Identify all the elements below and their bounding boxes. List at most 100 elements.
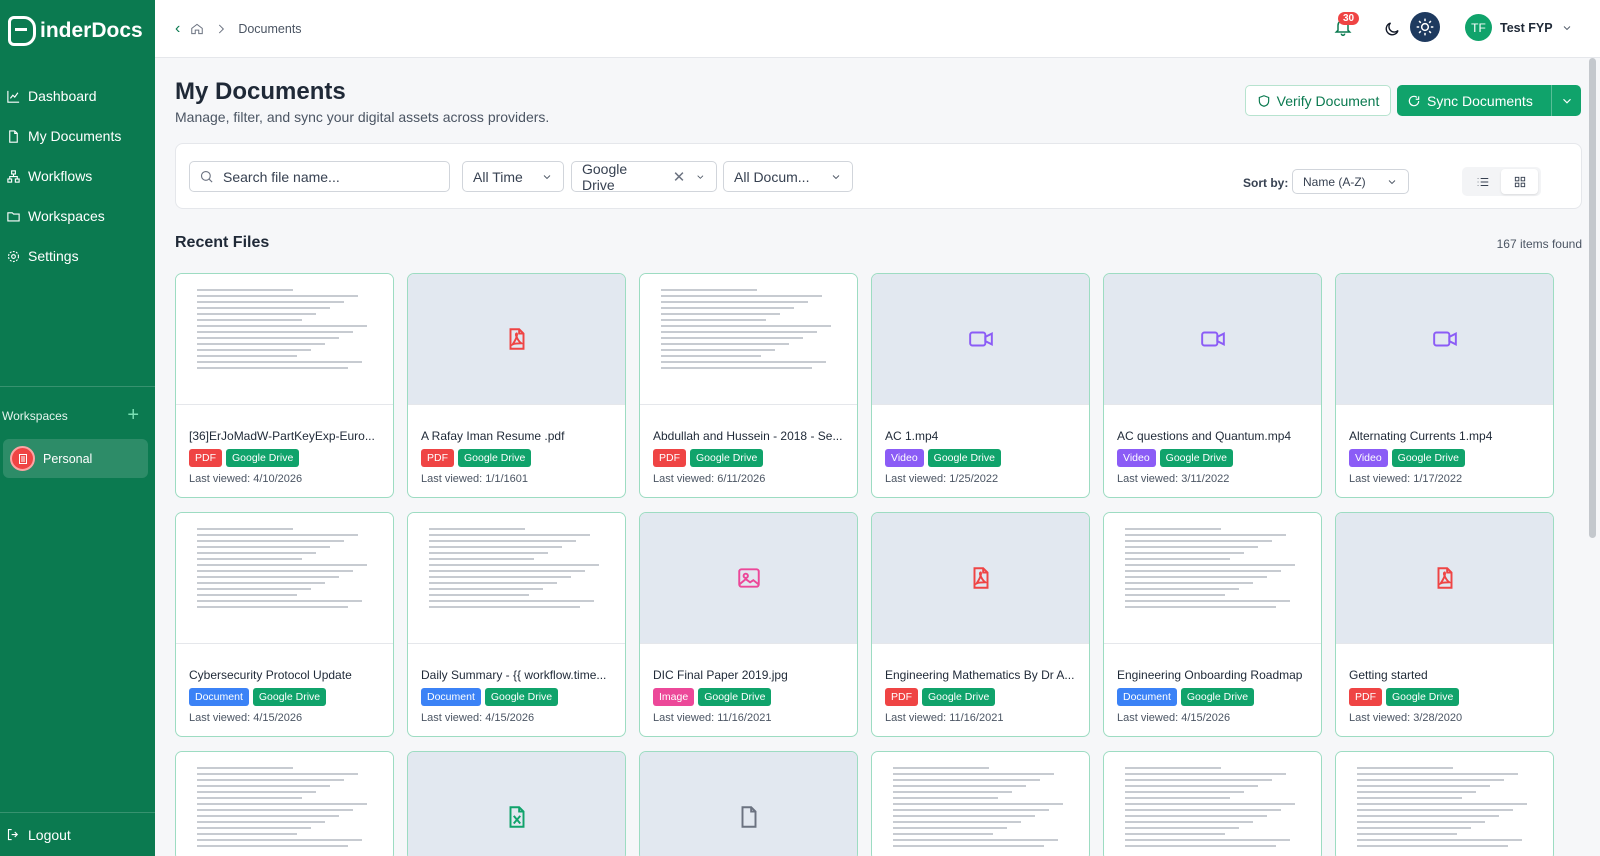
breadcrumb-current[interactable]: Documents xyxy=(238,22,301,36)
workspace-item-personal[interactable]: Personal xyxy=(3,439,148,478)
scrollbar[interactable] xyxy=(1589,58,1596,538)
file-name: Cybersecurity Protocol Update xyxy=(189,668,352,682)
chevron-down-icon xyxy=(543,174,551,179)
file-card-body: AC questions and Quantum.mp4 Video Google … xyxy=(1104,405,1321,485)
notification-count-badge: 30 xyxy=(1338,12,1360,25)
sync-options-dropdown[interactable] xyxy=(1551,85,1581,116)
file-card[interactable] xyxy=(871,751,1090,856)
document-preview xyxy=(408,513,625,644)
document-preview xyxy=(872,752,1089,856)
file-card[interactable]: Daily Summary - {{ workflow.time... Docum… xyxy=(407,512,626,737)
app-logo[interactable]: inderDocs xyxy=(0,0,155,62)
sidebar-item-label: Workspaces xyxy=(28,208,105,224)
preview-text-lines xyxy=(661,279,836,399)
pdf-icon xyxy=(1437,567,1453,589)
back-chevron-icon[interactable]: ‹ xyxy=(175,20,180,38)
preview-text-lines xyxy=(893,757,1068,856)
file-card[interactable]: A Rafay Iman Resume .pdf PDF Google Drive L… xyxy=(407,273,626,498)
file-thumbnail xyxy=(872,513,1089,644)
sync-documents-button[interactable]: Sync Documents xyxy=(1397,85,1581,116)
sidebar-item-workspaces[interactable]: Workspaces xyxy=(0,196,155,236)
file-card[interactable]: Alternating Currents 1.mp4 Video Google Dr… xyxy=(1335,273,1554,498)
document-preview xyxy=(1104,513,1321,644)
chevron-down-icon xyxy=(1388,179,1396,184)
sort-select[interactable]: Name (A-Z) xyxy=(1292,169,1409,194)
workspaces-label: Workspaces xyxy=(2,409,68,423)
logo-mark-icon xyxy=(8,16,36,46)
provider-filter-value: Google Drive xyxy=(582,160,628,193)
home-icon[interactable] xyxy=(190,22,204,36)
file-card-body: Engineering Mathematics By Dr A... PDF Goo… xyxy=(872,644,1089,724)
file-card-body: [36]ErJoMadW-PartKeyExp-Euro... PDF Google… xyxy=(176,405,393,485)
file-thumbnail xyxy=(640,513,857,644)
file-name: Engineering Onboarding Roadmap xyxy=(1117,668,1303,682)
file-card-body: Daily Summary - {{ workflow.time... Docum… xyxy=(408,644,625,724)
file-card[interactable]: [36]ErJoMadW-PartKeyExp-Euro... PDF Google… xyxy=(175,273,394,498)
file-card[interactable]: Abdullah and Hussein - 2018 - Se... PDF Go… xyxy=(639,273,858,498)
sidebar-item-my-documents[interactable]: My Documents xyxy=(0,116,155,156)
sun-icon xyxy=(1416,18,1434,36)
file-card[interactable]: Cybersecurity Protocol Update Document Goo… xyxy=(175,512,394,737)
sidebar-item-dashboard[interactable]: Dashboard xyxy=(0,76,155,116)
sidebar-item-label: Dashboard xyxy=(28,88,97,104)
file-card[interactable]: DIC Final Paper 2019.jpg Image Google Driv… xyxy=(639,512,858,737)
document-icon xyxy=(18,453,27,464)
file-card[interactable] xyxy=(1335,751,1554,856)
provider-filter-select[interactable]: Google Drive ✕ xyxy=(571,160,717,193)
search-icon xyxy=(200,170,213,183)
file-source-badge: Google Drive xyxy=(484,688,559,706)
workspace-avatar xyxy=(10,446,35,471)
file-card[interactable] xyxy=(639,751,858,856)
light-mode-button[interactable] xyxy=(1410,12,1440,42)
file-card[interactable]: Getting started PDF Google Drive Last viewe… xyxy=(1335,512,1554,737)
search-input[interactable] xyxy=(223,168,433,185)
file-card[interactable]: AC 1.mp4 Video Google Drive Last viewed: 1/… xyxy=(871,273,1090,498)
document-type-filter-select[interactable]: All Docum... xyxy=(723,161,853,192)
file-card-body: Getting started PDF Google Drive Last viewe… xyxy=(1336,644,1553,724)
user-name: Test FYP xyxy=(1500,20,1553,35)
filter-bar: All Time Google Drive ✕ All Docum... Sor… xyxy=(175,143,1582,209)
preview-text-lines xyxy=(197,518,372,638)
page-subtitle: Manage, filter, and sync your digital as… xyxy=(175,109,550,125)
sidebar-item-label: Workflows xyxy=(28,168,93,184)
last-viewed: Last viewed: 4/15/2026 xyxy=(1117,712,1231,724)
video-icon xyxy=(1200,331,1225,347)
file-source-badge: Google Drive xyxy=(927,449,1001,467)
logout-button[interactable]: Logout xyxy=(0,812,155,856)
sync-documents-label: Sync Documents xyxy=(1427,92,1533,109)
file-card[interactable]: Engineering Onboarding Roadmap Document Go… xyxy=(1103,512,1322,737)
file-card[interactable] xyxy=(175,751,394,856)
file-type-badge: Document xyxy=(189,688,249,706)
time-filter-select[interactable]: All Time xyxy=(462,161,564,192)
file-card[interactable]: AC questions and Quantum.mp4 Video Google … xyxy=(1103,273,1322,498)
file-type-badge: Video xyxy=(1349,449,1388,467)
video-icon xyxy=(1432,331,1457,347)
file-source-badge: Google Drive xyxy=(690,449,764,467)
file-source-badge: Google Drive xyxy=(252,688,327,706)
clear-provider-icon[interactable]: ✕ xyxy=(673,168,686,186)
preview-text-lines xyxy=(197,757,372,856)
user-menu[interactable]: TF Test FYP xyxy=(1465,14,1573,41)
file-card[interactable]: Engineering Mathematics By Dr A... PDF Goo… xyxy=(871,512,1090,737)
workflow-icon xyxy=(7,169,20,183)
sidebar-item-settings[interactable]: Settings xyxy=(0,236,155,276)
verify-document-button[interactable]: Verify Document xyxy=(1245,85,1391,116)
preview-text-lines xyxy=(1125,518,1300,638)
file-thumbnail xyxy=(1336,274,1553,405)
document-preview xyxy=(640,274,857,405)
file-type-badge: PDF xyxy=(1349,688,1382,706)
sidebar-item-workflows[interactable]: Workflows xyxy=(0,156,155,196)
file-card-body: DIC Final Paper 2019.jpg Image Google Driv… xyxy=(640,644,857,724)
folder-icon xyxy=(7,211,20,221)
add-workspace-icon[interactable]: + xyxy=(127,405,139,425)
last-viewed: Last viewed: 11/16/2021 xyxy=(653,712,772,724)
image-icon xyxy=(737,568,760,588)
file-card[interactable] xyxy=(1103,751,1322,856)
file-card[interactable] xyxy=(407,751,626,856)
grid-view-button[interactable] xyxy=(1501,169,1538,194)
view-toggle xyxy=(1462,167,1541,196)
shield-icon xyxy=(1258,94,1269,107)
dark-mode-button[interactable] xyxy=(1379,16,1405,42)
file-thumbnail xyxy=(408,752,625,856)
list-view-button[interactable] xyxy=(1464,169,1501,194)
